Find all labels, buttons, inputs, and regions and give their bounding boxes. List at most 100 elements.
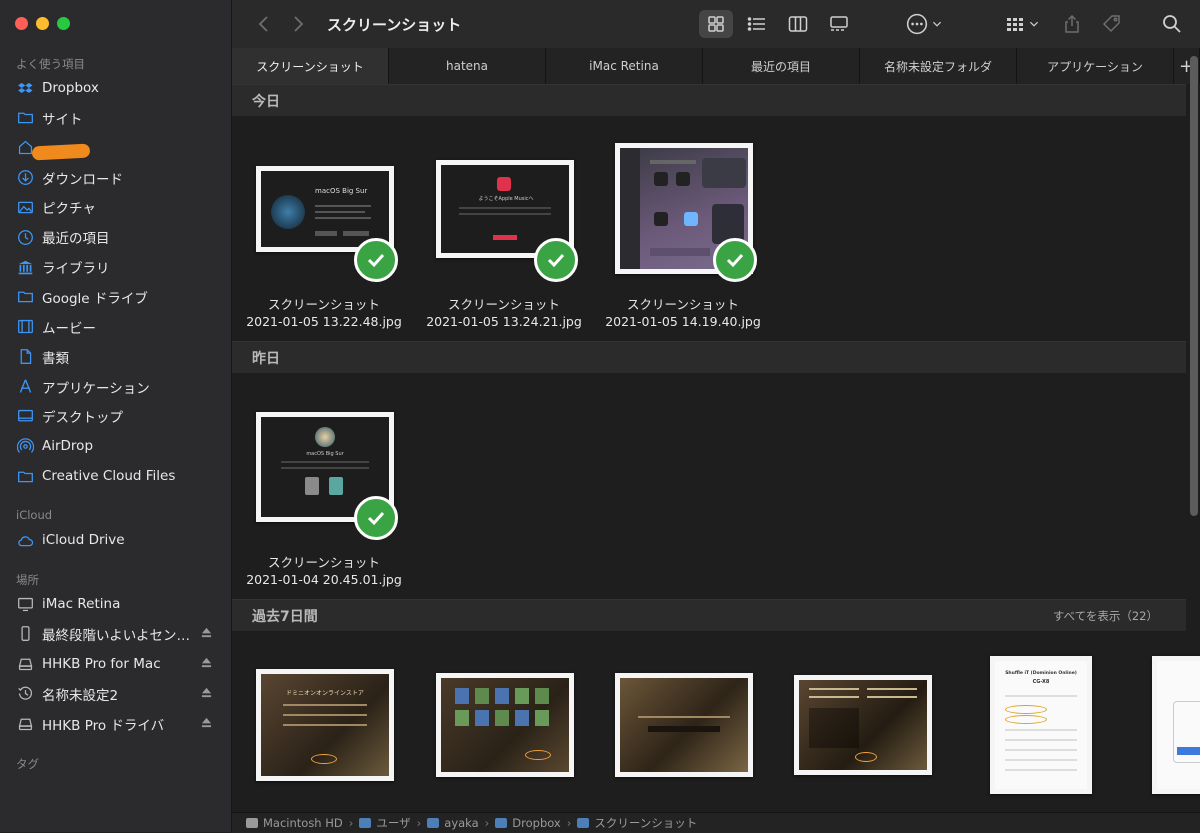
sidebar-item-favorites-13[interactable]: Creative Cloud Files [16, 463, 223, 489]
sidebar-item-favorites-10[interactable]: アプリケーション [16, 374, 223, 400]
sidebar-section-tags: タグ [16, 757, 39, 771]
file-name[interactable]: スクリーンショット 2021-01-05 13.22.48.jpg [234, 296, 414, 330]
minimize-window-button[interactable] [36, 17, 49, 30]
sidebar-item-label: 最近の項目 [42, 231, 110, 248]
sidebar-item-label: ライブラリ [42, 261, 110, 278]
phone-icon [16, 625, 34, 643]
sidebar-item-label: Creative Cloud Files [42, 468, 176, 485]
eject-icon[interactable] [201, 657, 213, 671]
disk-icon [16, 715, 34, 733]
sidebar-item-favorites-4[interactable]: ピクチャ [16, 194, 223, 220]
share-icon [1065, 14, 1079, 33]
path-crumb-1[interactable]: ユーザ [359, 815, 411, 831]
chevron-right-icon [294, 16, 304, 32]
checkmark-icon [726, 253, 744, 268]
columns-icon [788, 16, 808, 32]
tab-1[interactable]: hatena [389, 48, 546, 84]
pictures-icon [16, 198, 34, 216]
eject-icon[interactable] [201, 627, 213, 641]
forward-button[interactable] [288, 10, 308, 38]
eject-icon[interactable] [201, 687, 213, 701]
path-crumb-4[interactable]: スクリーンショット [577, 815, 697, 831]
sidebar-item-locations-2[interactable]: HHKB Pro for Mac [16, 651, 223, 677]
gallery-icon [830, 16, 848, 31]
sidebar-item-favorites-11[interactable]: デスクトップ [16, 403, 223, 429]
file-name[interactable]: スクリーンショット 2021-01-05 14.19.40.jpg [593, 296, 773, 330]
tab-3[interactable]: 最近の項目 [703, 48, 860, 84]
tag-button[interactable] [1099, 10, 1125, 38]
show-all-link[interactable]: すべてを表示（22） [1053, 608, 1158, 624]
group-header-yesterday: 昨日 [232, 341, 1186, 373]
share-button[interactable] [1060, 10, 1084, 38]
tab-5[interactable]: アプリケーション [1017, 48, 1174, 84]
path-crumb-3[interactable]: Dropbox [495, 816, 561, 830]
tab-0[interactable]: スクリーンショット [232, 48, 389, 84]
folder-icon [16, 109, 34, 127]
sidebar-item-favorites-0[interactable]: Dropbox [16, 75, 223, 101]
disk-icon [16, 655, 34, 673]
sidebar-item-favorites-7[interactable]: Google ドライブ [16, 284, 223, 310]
folder-icon [427, 818, 440, 828]
sidebar-item-label: AirDrop [42, 438, 94, 455]
back-button[interactable] [254, 10, 274, 38]
file-thumbnail[interactable] [794, 675, 932, 775]
sidebar-item-favorites-8[interactable]: ムービー [16, 314, 223, 340]
sidebar-item-favorites-3[interactable]: ダウンロード [16, 165, 223, 191]
path-bar: Macintosh HD › ユーザ › ayaka › Dropbox › スクリーンショット [232, 812, 1200, 833]
file-thumbnail[interactable] [436, 673, 574, 777]
path-crumb-2[interactable]: ayaka [427, 816, 479, 830]
sidebar-item-locations-4[interactable]: HHKB Pro ドライバ [16, 711, 223, 737]
ellipsis-circle-icon [906, 13, 927, 35]
path-crumb-0[interactable]: Macintosh HD [246, 816, 343, 830]
file-thumbnail[interactable]: Shuffle iT (Dominion Online) CG-X8 [990, 656, 1092, 794]
sidebar-item-favorites-1[interactable]: サイト [16, 105, 223, 131]
sidebar-item-locations-0[interactable]: iMac Retina [16, 591, 223, 617]
sidebar-item-favorites-6[interactable]: ライブラリ [16, 254, 223, 280]
applications-icon [16, 378, 34, 396]
sidebar-item-locations-1[interactable]: 最終段階いよいよセン… [16, 621, 223, 647]
icon-view-button[interactable] [699, 10, 733, 38]
search-button[interactable] [1160, 10, 1184, 38]
sidebar-section-icloud: iCloud [16, 508, 53, 522]
vertical-scrollbar[interactable] [1190, 56, 1198, 516]
window-title: スクリーンショット [327, 16, 462, 34]
file-thumbnail[interactable] [615, 673, 753, 777]
search-icon [1163, 15, 1181, 33]
sidebar-item-label: サイト [42, 111, 83, 128]
file-name[interactable]: スクリーンショット 2021-01-05 13.24.21.jpg [414, 296, 594, 330]
folder-icon [495, 818, 508, 828]
sync-complete-badge [534, 238, 578, 282]
column-view-button[interactable] [783, 10, 813, 38]
sidebar-item-icloud-0[interactable]: iCloud Drive [16, 527, 223, 553]
file-thumbnail[interactable]: ドミニオンオンラインストア [256, 669, 394, 781]
dropbox-icon [16, 79, 34, 97]
chevron-right-icon: › [484, 816, 490, 830]
sidebar-item-label: 書類 [42, 350, 69, 367]
sidebar-item-favorites-9[interactable]: 書類 [16, 344, 223, 370]
tab-4[interactable]: 名称未設定フォルダ [860, 48, 1017, 84]
close-window-button[interactable] [15, 17, 28, 30]
library-icon [16, 258, 34, 276]
action-menu-button[interactable] [904, 10, 944, 38]
chevron-right-icon: › [416, 816, 422, 830]
group-by-button[interactable] [1002, 10, 1042, 38]
film-icon [16, 318, 34, 336]
sidebar-item-locations-3[interactable]: 名称未設定2 [16, 681, 223, 707]
eject-icon[interactable] [201, 717, 213, 731]
computer-icon [16, 595, 34, 613]
tab-2[interactable]: iMac Retina [546, 48, 703, 84]
list-view-button[interactable] [742, 10, 772, 38]
sidebar-item-favorites-5[interactable]: 最近の項目 [16, 224, 223, 250]
gallery-view-button[interactable] [824, 10, 854, 38]
tag-icon [1102, 15, 1120, 33]
file-thumbnail[interactable] [1152, 656, 1200, 794]
tab-bar: スクリーンショット hatena iMac Retina 最近の項目 名称未設定フォルダ… [232, 48, 1200, 85]
sidebar-item-label: iMac Retina [42, 596, 121, 612]
file-name[interactable]: スクリーンショット 2021-01-04 20.45.01.jpg [234, 554, 414, 588]
sidebar-item-favorites-12[interactable]: AirDrop [16, 433, 223, 459]
sidebar-item-label: ピクチャ [42, 201, 96, 218]
zoom-window-button[interactable] [57, 17, 70, 30]
folder-icon [359, 818, 372, 828]
chevron-right-icon: › [348, 816, 354, 830]
group-header-past-7-days: 過去7日間 すべてを表示（22） [232, 599, 1186, 631]
